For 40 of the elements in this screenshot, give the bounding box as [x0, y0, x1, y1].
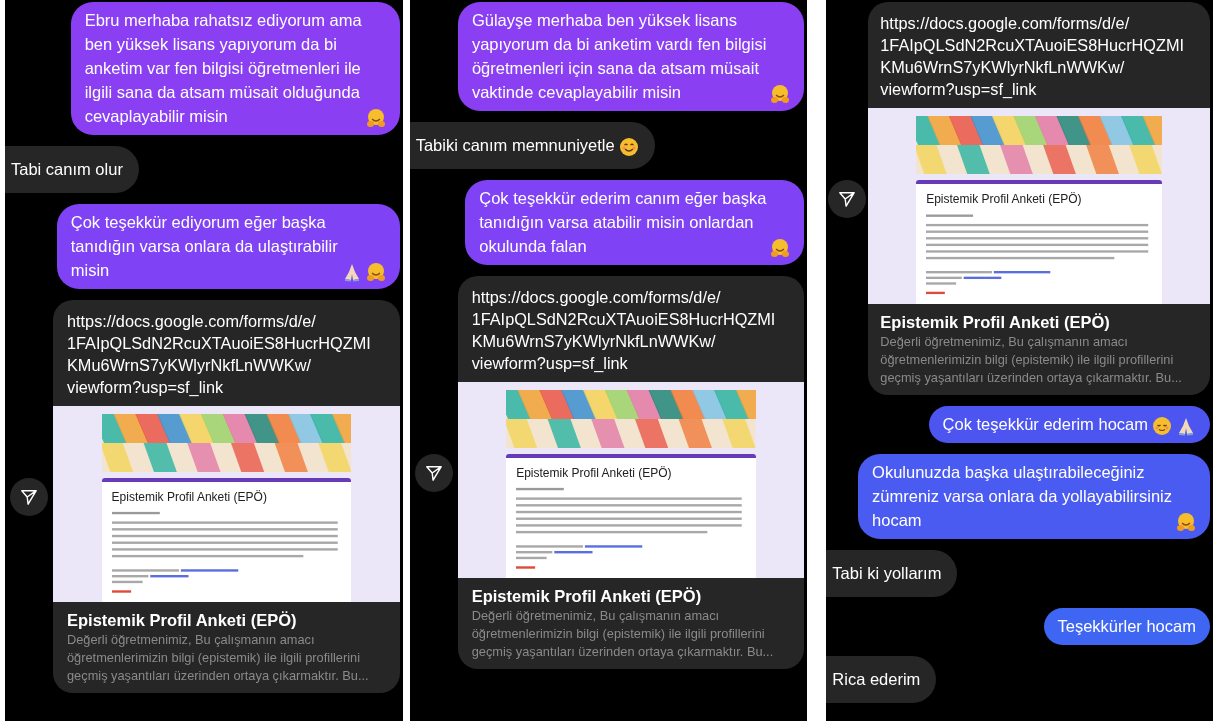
link-title: Epistemik Profil Anketi (EPÖ): [66, 610, 298, 631]
smiling-face-icon: [618, 137, 639, 157]
hugging-face-icon: [770, 238, 791, 258]
hugging-face-icon: [365, 108, 386, 128]
share-button[interactable]: [828, 179, 867, 218]
link-description: Değerli öğretmenimiz, Bu çalışmanın amacı öğretmenlerimizin bilgi (epistemik) ile ilgili profillerini geçmiş yaşantıları üzerinden ortaya çıkarmaktır. Bu...: [879, 333, 1183, 387]
link-description: Değerli öğretmenimiz, Bu çalışmanın amacı öğretmenlerimizin bilgi (epistemik) ile ilgili profillerini geçmiş yaşantıları üzerinden ortaya çıkarmaktır. Bu...: [470, 607, 775, 661]
link-title: Epistemik Profil Anketi (EPÖ): [470, 586, 703, 607]
link-card[interactable]: [868, 2, 1210, 395]
message-text: Tabiki canım memnuniyetle: [415, 135, 615, 156]
hugging-face-icon: [365, 262, 386, 282]
paper-plane-icon: [424, 463, 443, 482]
hugging-face-icon: [1176, 512, 1196, 532]
link-url[interactable]: https://docs.google.com/forms/d/e/ 1FAIpQLSdN2RcuXTAuoiES8HucrHQZMI KMu6WrnS7yKWlyrNkfLnWWKw/ viewform?usp=sf_link: [868, 2, 1210, 108]
share-button[interactable]: [10, 477, 48, 516]
paper-plane-icon: [838, 189, 857, 208]
message-text: Tabi ki yollarım: [832, 563, 942, 584]
message-text: Ebru merhaba rahatsız ediyorum ama ben yüksek lisans yapıyorum da bi anketim var fen bilgisi öğretmenleri ile ilgili sana da atsam müsait olduğunda cevaplayabilir misin: [84, 10, 362, 127]
message-text: Çok teşekkür ederim hocam: [942, 414, 1148, 435]
share-button[interactable]: [414, 453, 453, 492]
form-title: Epistemik Profil Anketi (EPÖ): [926, 191, 1083, 208]
link-title: Epistemik Profil Anketi (EPÖ): [879, 312, 1111, 333]
message-text: Çok teşekkür ediyorum eğer başka tanıdığın varsa onlara da ulaştırabilir misin: [70, 212, 338, 281]
hugging-face-icon: [770, 84, 791, 104]
form-title: Epistemik Profil Anketi (EPÖ): [111, 489, 268, 506]
link-description: Değerli öğretmenimiz, Bu çalışmanın amacı öğretmenlerimizin bilgi (epistemik) ile ilgili profillerini geçmiş yaşantıları üzerinden ortaya çıkarmaktır. Bu...: [66, 631, 370, 685]
link-card[interactable]: [457, 276, 805, 669]
message-text: Çok teşekkür ederim canım eğer başka tanıdığın varsa atabilir misin onlardan okulunda falan: [479, 188, 767, 257]
message-text: Rica ederim: [832, 669, 921, 690]
message-text: Okulunuzda başka ulaştırabileceğiniz zümreniz varsa onlara da yollayabilirsiniz hocam: [872, 462, 1172, 531]
link-url[interactable]: https://docs.google.com/forms/d/e/ 1FAIpQLSdN2RcuXTAuoiES8HucrHQZMI KMu6WrnS7yKWlyrNkfLnWWKw/ viewform?usp=sf_link: [53, 300, 400, 406]
praying-hands-icon: [1176, 416, 1196, 436]
link-url[interactable]: https://docs.google.com/forms/d/e/ 1FAIpQLSdN2RcuXTAuoiES8HucrHQZMI KMu6WrnS7yKWlyrNkfLnWWKw/ viewform?usp=sf_link: [457, 276, 805, 382]
relieved-face-icon: [1152, 416, 1172, 436]
message-text: Tabi canım olur: [11, 159, 123, 180]
form-title: Epistemik Profil Anketi (EPÖ): [516, 465, 673, 482]
message-text: Teşekkürler hocam: [1057, 616, 1196, 637]
link-card[interactable]: [53, 300, 400, 693]
message-text: Gülayşe merhaba ben yüksek lisans yapıyorum da bi anketim vardı fen bilgisi öğretmenleri için sana da atsam müsait vaktinde cevaplayabilir misin: [471, 10, 767, 103]
paper-plane-icon: [20, 487, 38, 506]
